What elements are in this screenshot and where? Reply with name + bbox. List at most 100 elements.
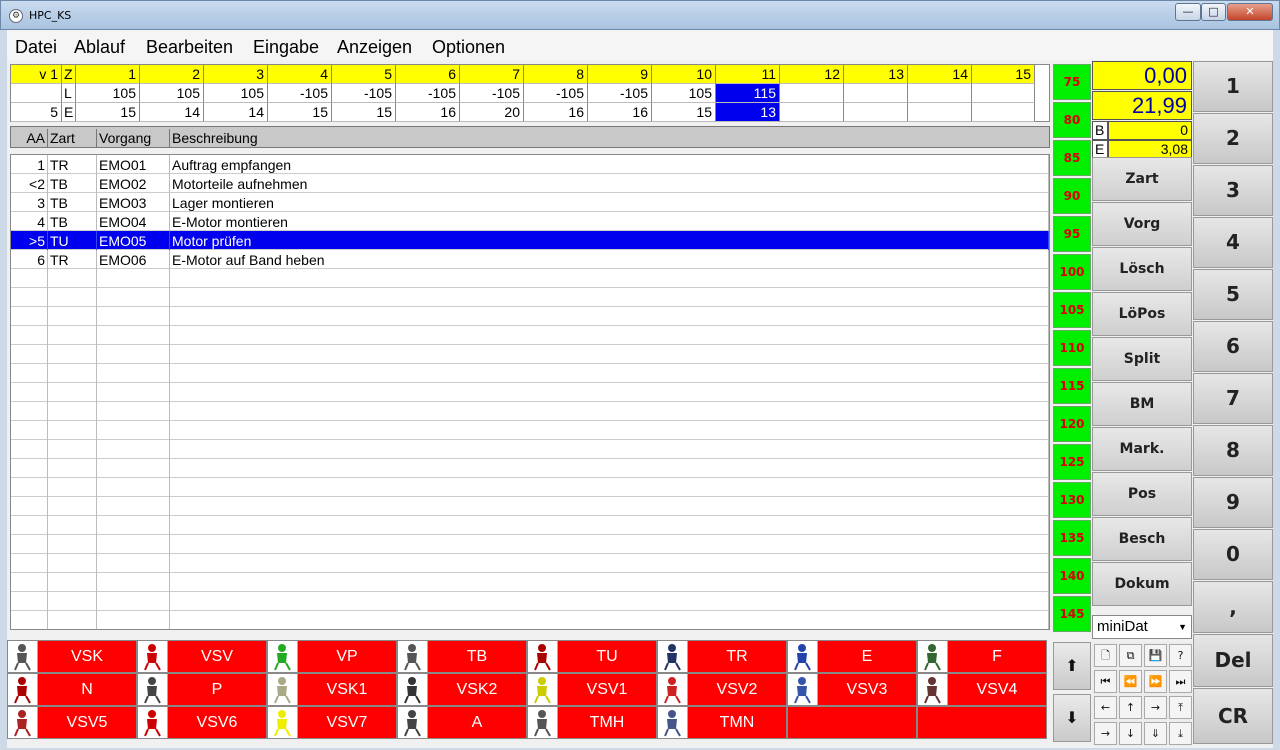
bottom-icon[interactable]: ⤓ — [1169, 722, 1192, 745]
grid-cell[interactable]: 3 — [204, 65, 268, 84]
grid-cell[interactable]: 15 — [332, 103, 396, 122]
table-row[interactable] — [11, 383, 1049, 402]
grid-cell[interactable]: 11 — [716, 65, 780, 84]
op-button[interactable]: VSV — [137, 640, 267, 673]
table-row[interactable] — [11, 478, 1049, 497]
grid-cell[interactable]: -105 — [268, 84, 332, 103]
table-row[interactable] — [11, 611, 1049, 629]
table-row[interactable] — [11, 288, 1049, 307]
action-button[interactable]: Mark. — [1092, 427, 1192, 471]
grid-cell[interactable]: 15 — [268, 103, 332, 122]
action-button[interactable]: BM — [1092, 382, 1192, 426]
grid-cell[interactable]: 2 — [140, 65, 204, 84]
key-comma[interactable]: , — [1193, 581, 1273, 633]
save-icon[interactable]: 💾 — [1144, 644, 1167, 667]
op-button[interactable]: VSV4 — [917, 673, 1047, 706]
action-button[interactable]: Zart — [1092, 157, 1192, 201]
op-button[interactable]: N — [7, 673, 137, 706]
key-3[interactable]: 3 — [1193, 165, 1273, 216]
op-button[interactable]: F — [917, 640, 1047, 673]
grid-cell[interactable]: 14 — [908, 65, 972, 84]
first-icon[interactable]: ⏮ — [1094, 670, 1117, 693]
key-cr[interactable]: CR — [1193, 688, 1273, 744]
table-row[interactable]: >5 TU EMO05 Motor prüfen — [11, 231, 1049, 250]
grid-cell[interactable]: 6 — [396, 65, 460, 84]
table-row[interactable]: <2 TB EMO02 Motorteile aufnehmen — [11, 174, 1049, 193]
col-aa[interactable]: AA — [11, 129, 48, 147]
scale-115[interactable]: 115 — [1053, 368, 1091, 404]
scroll-down-button[interactable]: ⬇ — [1053, 694, 1091, 742]
grid-cell[interactable]: 105 — [652, 84, 716, 103]
close-button[interactable]: ✕ — [1227, 3, 1273, 21]
op-button[interactable] — [917, 706, 1047, 739]
op-button[interactable]: P — [137, 673, 267, 706]
scale-90[interactable]: 90 — [1053, 178, 1091, 214]
grid-cell[interactable] — [972, 84, 1035, 103]
grid-cell[interactable]: -105 — [588, 84, 652, 103]
left-icon[interactable]: ← — [1094, 696, 1117, 719]
op-button[interactable]: TR — [657, 640, 787, 673]
table-row[interactable] — [11, 345, 1049, 364]
grid-cell[interactable]: 5 — [332, 65, 396, 84]
op-button[interactable]: TMH — [527, 706, 657, 739]
maximize-button[interactable]: □ — [1201, 3, 1226, 21]
grid-cell[interactable]: 16 — [524, 103, 588, 122]
scale-120[interactable]: 120 — [1053, 406, 1091, 442]
action-button[interactable]: Dokum — [1092, 562, 1192, 606]
grid-cell[interactable] — [844, 103, 908, 122]
scale-125[interactable]: 125 — [1053, 444, 1091, 480]
op-button[interactable]: TU — [527, 640, 657, 673]
grid-cell[interactable]: 105 — [140, 84, 204, 103]
op-button[interactable]: VSV5 — [7, 706, 137, 739]
action-button[interactable]: Lösch — [1092, 247, 1192, 291]
scale-105[interactable]: 105 — [1053, 292, 1091, 328]
grid-cell[interactable]: 15 — [76, 103, 140, 122]
scale-100[interactable]: 100 — [1053, 254, 1091, 290]
scale-80[interactable]: 80 — [1053, 102, 1091, 138]
grid-cell[interactable]: 9 — [588, 65, 652, 84]
scale-110[interactable]: 110 — [1053, 330, 1091, 366]
op-button[interactable]: VSV2 — [657, 673, 787, 706]
col-vorgang[interactable]: Vorgang — [97, 129, 170, 147]
key-6[interactable]: 6 — [1193, 321, 1273, 372]
grid-cell[interactable]: 105 — [204, 84, 268, 103]
scale-75[interactable]: 75 — [1053, 64, 1091, 100]
table-row[interactable] — [11, 554, 1049, 573]
scale-140[interactable]: 140 — [1053, 558, 1091, 594]
help-icon[interactable]: ? — [1169, 644, 1192, 667]
menu-bearbeiten[interactable]: Bearbeiten — [146, 37, 233, 58]
grid-cell[interactable]: -105 — [524, 84, 588, 103]
down-icon[interactable]: ↓ — [1119, 722, 1142, 745]
grid-cell[interactable]: 13 — [716, 103, 780, 122]
table-row[interactable] — [11, 402, 1049, 421]
menu-anzeigen[interactable]: Anzeigen — [337, 37, 412, 58]
menu-eingabe[interactable]: Eingabe — [253, 37, 319, 58]
table-row[interactable] — [11, 307, 1049, 326]
right-icon[interactable]: → — [1144, 696, 1167, 719]
grid-cell[interactable]: E — [62, 103, 76, 122]
scale-145[interactable]: 145 — [1053, 596, 1091, 632]
new-doc-icon[interactable]: 🗋 — [1094, 644, 1117, 667]
op-button[interactable]: VSK — [7, 640, 137, 673]
table-row[interactable]: 3 TB EMO03 Lager montieren — [11, 193, 1049, 212]
grid-cell[interactable] — [11, 84, 62, 103]
op-button[interactable]: VSV6 — [137, 706, 267, 739]
key-5[interactable]: 5 — [1193, 269, 1273, 320]
scroll-up-button[interactable]: ⬆ — [1053, 642, 1091, 690]
grid-cell[interactable]: 105 — [76, 84, 140, 103]
grid-cell[interactable]: 15 — [972, 65, 1035, 84]
table-row[interactable] — [11, 573, 1049, 592]
minimize-button[interactable]: — — [1175, 3, 1201, 21]
key-7[interactable]: 7 — [1193, 373, 1273, 424]
grid-cell[interactable] — [844, 84, 908, 103]
top-icon[interactable]: ⤒ — [1169, 696, 1192, 719]
chevron-down-icon[interactable]: ▼ — [1178, 616, 1187, 638]
op-button[interactable]: VSV3 — [787, 673, 917, 706]
grid-cell[interactable]: 12 — [780, 65, 844, 84]
grid-cell[interactable]: -105 — [332, 84, 396, 103]
action-button[interactable]: Vorg — [1092, 202, 1192, 246]
grid-cell[interactable]: 5 — [11, 103, 62, 122]
prev-icon[interactable]: ⏪ — [1119, 670, 1142, 693]
op-button[interactable]: VSK1 — [267, 673, 397, 706]
table-row[interactable] — [11, 535, 1049, 554]
